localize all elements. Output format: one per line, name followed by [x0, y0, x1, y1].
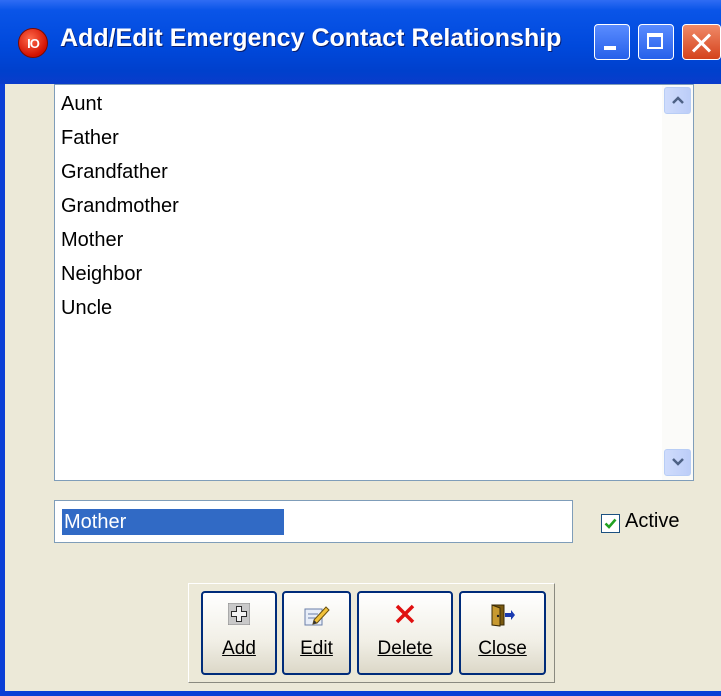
pencil-icon [304, 606, 330, 626]
active-label[interactable]: Active [625, 510, 679, 533]
dialog-window: IO Add/Edit Emergency Contact Relationsh… [0, 0, 721, 696]
close-label: Close [478, 638, 527, 659]
active-checkbox[interactable] [601, 514, 620, 533]
scroll-down-button[interactable] [664, 449, 691, 476]
checkmark-icon [604, 518, 617, 529]
list-item[interactable]: Grandmother [55, 189, 663, 223]
vertical-scrollbar[interactable] [662, 85, 693, 480]
add-label: Add [222, 638, 256, 659]
list-item[interactable]: Neighbor [55, 257, 663, 291]
relationship-listbox[interactable]: Aunt Father Grandfather Grandmother Moth… [54, 84, 694, 481]
plus-icon [228, 603, 250, 625]
delete-label: Delete [377, 638, 433, 659]
chevron-down-icon [672, 458, 684, 466]
door-exit-icon [491, 604, 515, 627]
list-item[interactable]: Mother [55, 223, 663, 257]
close-button[interactable]: Close [459, 591, 546, 675]
list-item[interactable]: Uncle [55, 291, 663, 325]
minimize-button[interactable] [594, 24, 630, 60]
add-button[interactable]: Add [201, 591, 277, 675]
app-icon[interactable]: IO [18, 28, 48, 58]
relationship-list: Aunt Father Grandfather Grandmother Moth… [55, 85, 663, 325]
red-x-icon [395, 604, 415, 624]
title-bar[interactable]: IO Add/Edit Emergency Contact Relationsh… [0, 0, 721, 84]
scroll-up-button[interactable] [664, 87, 691, 114]
edit-label: Edit [300, 638, 333, 659]
window-title: Add/Edit Emergency Contact Relationship [60, 24, 562, 52]
selected-text: Mother [62, 509, 284, 535]
delete-button[interactable]: Delete [357, 591, 453, 675]
edit-button[interactable]: Edit [282, 591, 351, 675]
maximize-button[interactable] [638, 24, 674, 60]
list-item[interactable]: Grandfather [55, 155, 663, 189]
chevron-up-icon [672, 96, 684, 104]
close-window-button[interactable] [682, 24, 721, 60]
relationship-name-input[interactable]: Mother [54, 500, 573, 543]
list-item[interactable]: Father [55, 121, 663, 155]
dialog-body: Aunt Father Grandfather Grandmother Moth… [5, 84, 721, 691]
list-item[interactable]: Aunt [55, 87, 663, 121]
action-toolbar: Add Edit Delete Close [188, 583, 555, 683]
